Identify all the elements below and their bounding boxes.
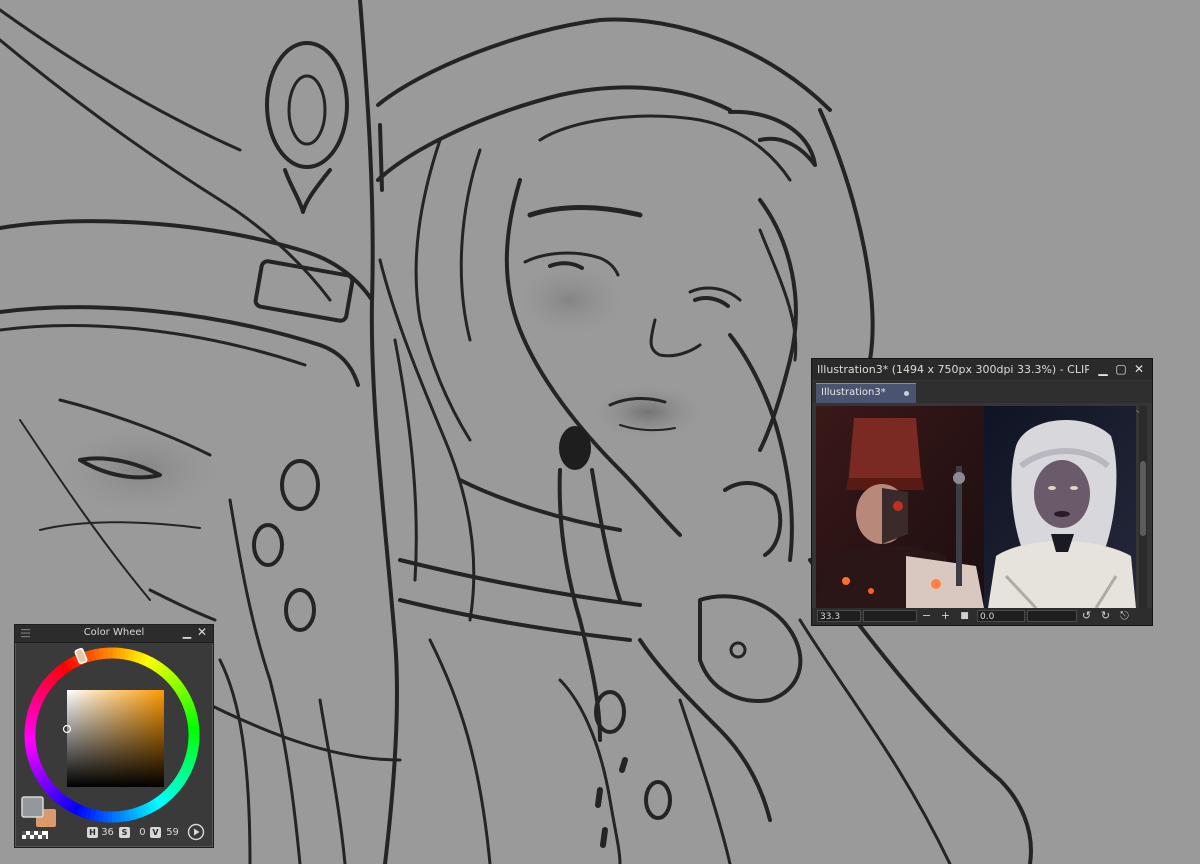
palette-titlebar[interactable]: Color Wheel ▁ ✕ (15, 625, 213, 643)
navigator-window: Illustration3* (1494 x 750px 300dpi 33.3… (811, 358, 1153, 626)
minimize-icon[interactable]: ▁ (181, 627, 193, 639)
window-title: Illustration3* (1494 x 750px 300dpi 33.3… (817, 363, 1089, 376)
tab-label: Illustration3* (821, 387, 886, 398)
reset-icon[interactable]: ⎋ (1118, 609, 1131, 623)
transparent-color-swatch[interactable] (22, 831, 48, 839)
hue-value: 36 (101, 827, 114, 838)
navigator-titlebar[interactable]: Illustration3* (1494 x 750px 300dpi 33.3… (812, 359, 1152, 380)
rotation-field[interactable]: 0.0 (977, 610, 1025, 622)
minus-icon[interactable]: − (920, 609, 933, 623)
reference-image[interactable] (816, 406, 1136, 608)
color-swatches (21, 796, 56, 839)
saturation-value: 0 (139, 827, 146, 838)
plus-icon[interactable]: + (939, 609, 952, 623)
minimize-icon[interactable]: ▁ (1096, 362, 1110, 376)
play-circle-icon[interactable] (187, 823, 205, 841)
close-tab-icon[interactable] (904, 391, 909, 396)
value-key: V (150, 827, 161, 838)
saturation-readout: S 0 (119, 826, 146, 840)
square-icon[interactable]: ■ (958, 609, 971, 623)
rotation-slider[interactable] (1027, 610, 1077, 622)
value-readout: V 59 (150, 826, 179, 840)
scrollbar-thumb[interactable] (1140, 461, 1146, 536)
saturation-value-square[interactable] (67, 690, 164, 787)
hue-readout: H 36 (87, 826, 114, 840)
vertical-scrollbar[interactable] (1139, 406, 1147, 608)
value-value: 59 (166, 827, 179, 838)
rotate-left-icon[interactable]: ↺ (1080, 609, 1093, 623)
main-color-swatch[interactable] (21, 796, 44, 818)
zoom-slider[interactable] (863, 610, 917, 622)
tab-bar: Illustration3* ⌵ (812, 381, 1152, 417)
zoom-field[interactable]: 33.3 (817, 610, 861, 622)
close-icon[interactable]: ✕ (1132, 362, 1146, 376)
rotate-right-icon[interactable]: ↻ (1099, 609, 1112, 623)
color-wheel-palette: Color Wheel ▁ ✕ H 36 S 0 V 59 (14, 624, 214, 848)
maximize-icon[interactable]: ▢ (1114, 362, 1128, 376)
close-icon[interactable]: ✕ (196, 626, 208, 639)
tab-illustration3[interactable]: Illustration3* (816, 383, 916, 403)
saturation-key: S (119, 827, 130, 838)
hue-key: H (87, 827, 98, 838)
navigator-toolbar: 33.3 − + ■ 0.0 ↺ ↻ ⎋ (812, 608, 1152, 625)
